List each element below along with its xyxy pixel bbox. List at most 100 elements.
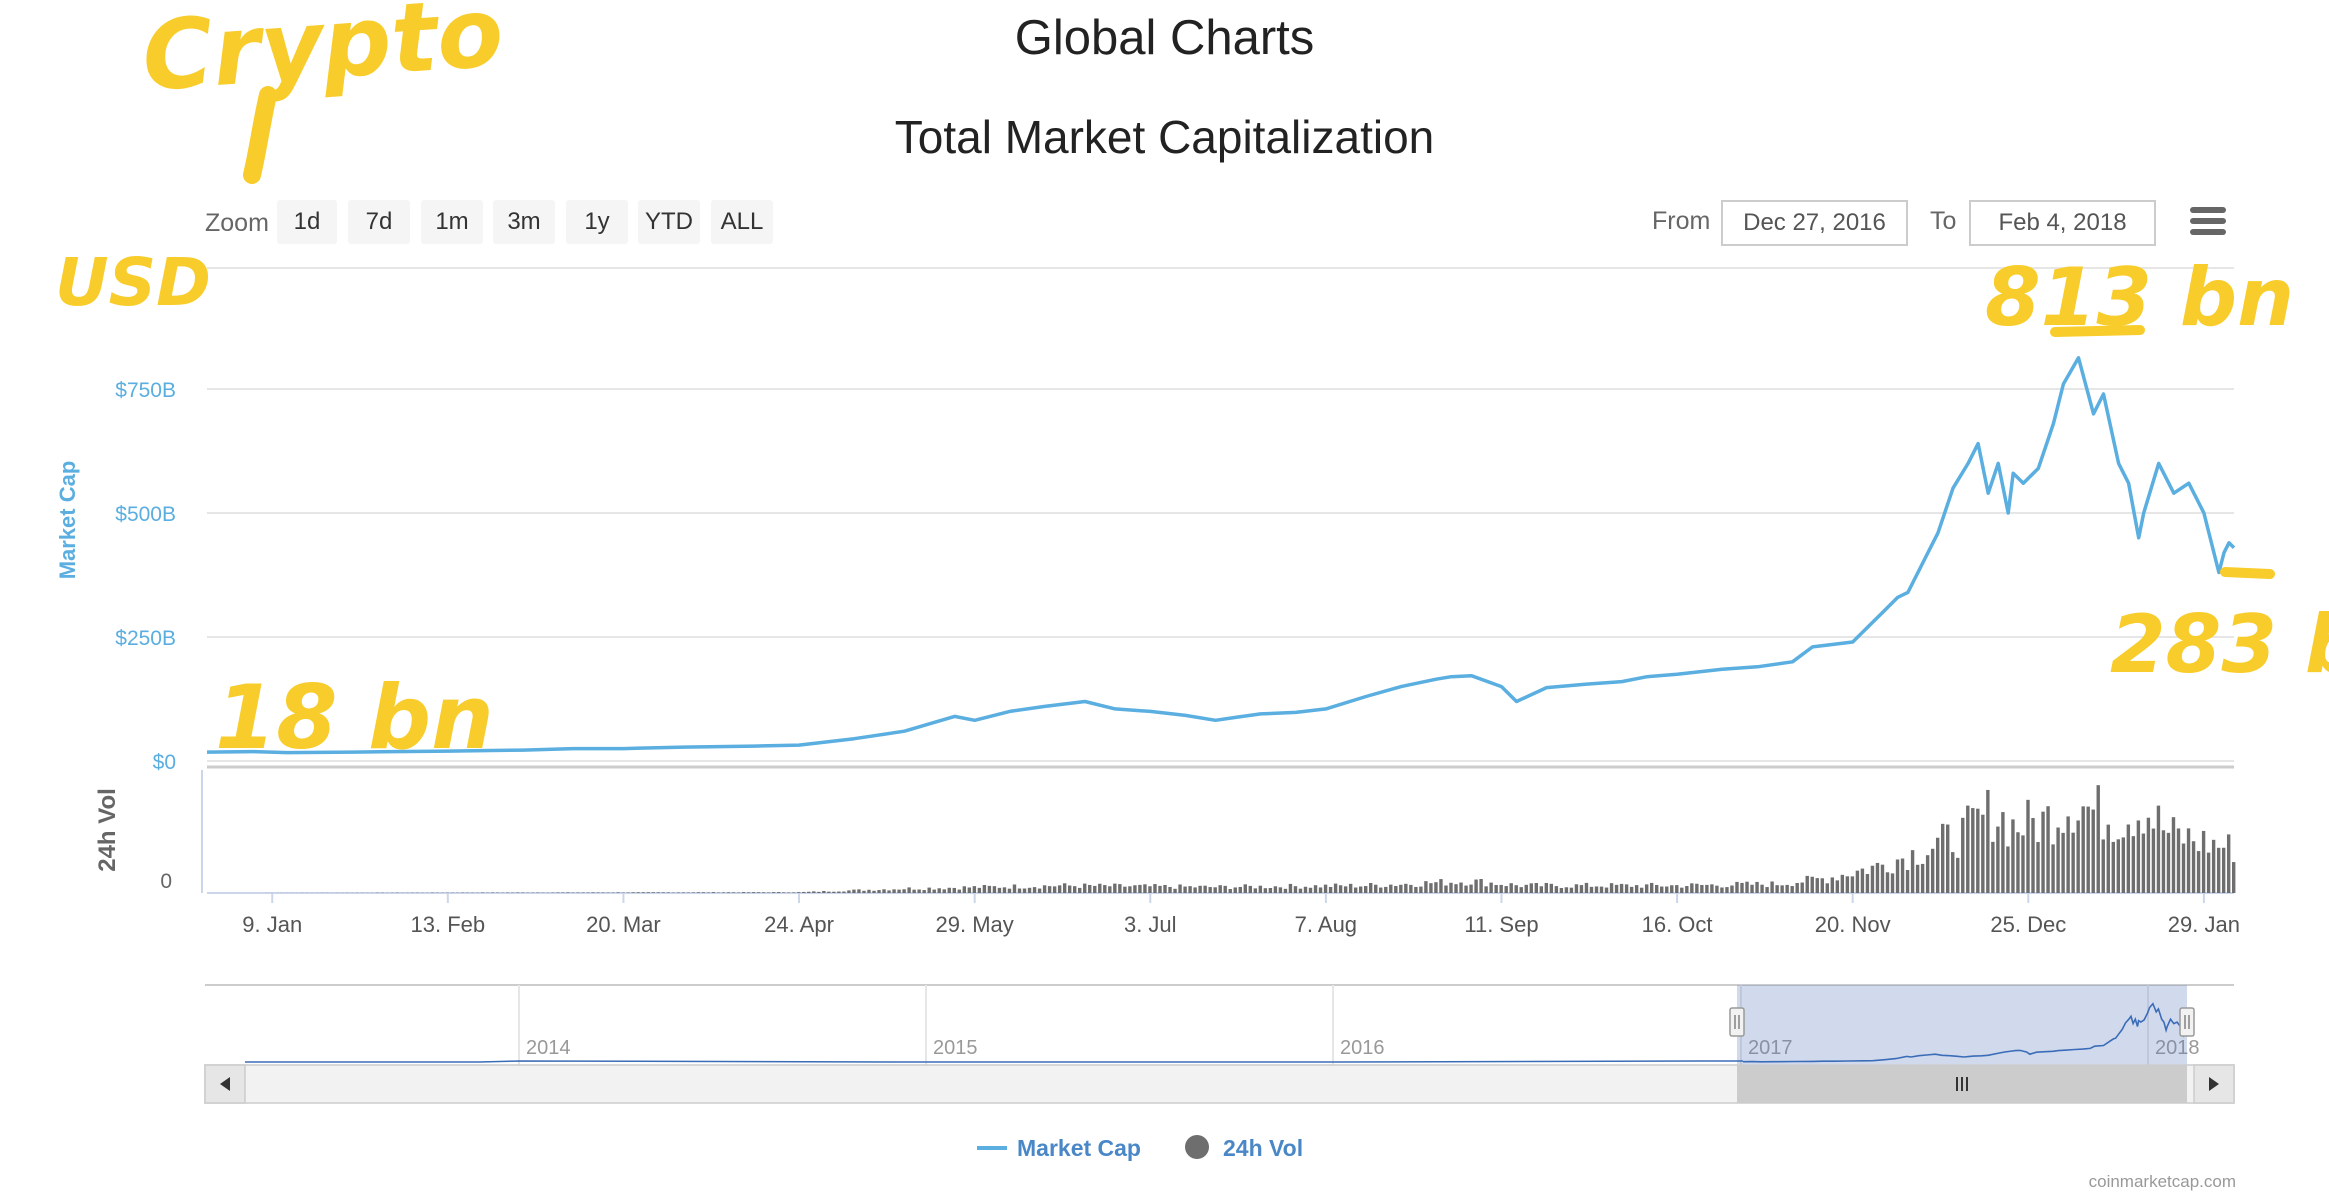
volume-bar bbox=[1078, 887, 1082, 893]
volume-bar bbox=[897, 889, 901, 893]
volume-bar bbox=[1700, 884, 1704, 893]
volume-bar bbox=[2056, 827, 2060, 893]
volume-bar bbox=[1404, 883, 1408, 893]
volume-bar bbox=[616, 892, 620, 893]
volume-bar bbox=[1318, 887, 1323, 893]
volume-bar bbox=[1203, 885, 1207, 893]
volume-bar bbox=[1158, 885, 1162, 893]
volume-bar bbox=[997, 887, 1002, 893]
volume-bar bbox=[1143, 884, 1147, 893]
navigator-right-handle[interactable] bbox=[2179, 1007, 2195, 1037]
volume-bar bbox=[2101, 839, 2105, 893]
volume-bar bbox=[2046, 806, 2050, 893]
legend-item-24h-vol[interactable]: 24h Vol bbox=[1223, 1135, 1303, 1161]
volume-bar bbox=[1810, 876, 1814, 893]
volume-bar bbox=[1002, 887, 1007, 893]
volume-bar bbox=[947, 887, 951, 893]
annotation-start: 18 bn bbox=[215, 666, 494, 769]
volume-bar bbox=[1539, 886, 1544, 893]
y-axis-title: Market Cap bbox=[55, 461, 80, 580]
volume-bar bbox=[1534, 882, 1538, 893]
volume-bar bbox=[1188, 886, 1192, 893]
volume-bar bbox=[1830, 877, 1835, 893]
volume-bar bbox=[2096, 785, 2100, 893]
volume-bar bbox=[1885, 872, 1890, 893]
volume-bar bbox=[1113, 883, 1117, 893]
annotation-peak-underline bbox=[2050, 325, 2145, 337]
volume-bar bbox=[1629, 886, 1634, 893]
volume-bar bbox=[1895, 859, 1900, 893]
volume-bar bbox=[1549, 883, 1554, 893]
volume-bar bbox=[1639, 887, 1644, 893]
volume-bar bbox=[1032, 887, 1037, 893]
volume-bar bbox=[1057, 885, 1062, 893]
volume-bar bbox=[1755, 881, 1759, 893]
volume-bar bbox=[1268, 888, 1273, 893]
volume-bar bbox=[972, 886, 977, 893]
volume-bar bbox=[1865, 874, 1870, 893]
annotation-crypto: Crypto bbox=[139, 0, 507, 113]
volume-bar bbox=[1705, 884, 1709, 893]
volume-bar bbox=[1198, 885, 1202, 893]
volume-bar bbox=[1920, 863, 1925, 893]
volume-bar bbox=[1474, 879, 1478, 893]
volume-bar bbox=[862, 890, 866, 893]
volume-bar bbox=[661, 892, 665, 893]
volume-bar bbox=[1384, 886, 1388, 893]
volume-bar bbox=[902, 889, 906, 893]
volume-bar bbox=[1399, 884, 1403, 893]
volume-bar bbox=[1293, 886, 1298, 893]
volume-bar bbox=[2216, 847, 2221, 893]
volume-bar bbox=[2161, 830, 2166, 893]
volume-bar bbox=[1499, 884, 1503, 893]
x-tick-label: 11. Sep bbox=[1464, 912, 1538, 937]
volume-bar bbox=[952, 887, 956, 893]
volume-bar bbox=[1163, 884, 1167, 893]
volume-bar bbox=[2116, 839, 2121, 893]
volume-bar bbox=[1213, 887, 1217, 893]
volume-bar bbox=[1986, 789, 1990, 893]
volume-axis-title: 24h Vol bbox=[94, 788, 121, 872]
volume-bar bbox=[2126, 824, 2131, 893]
volume-bar bbox=[817, 891, 821, 893]
volume-bar bbox=[1288, 883, 1293, 893]
volume-bar bbox=[1619, 883, 1624, 893]
legend-item-market-cap[interactable]: Market Cap bbox=[1017, 1135, 1141, 1161]
volume-bar bbox=[1083, 883, 1087, 893]
volume-bar bbox=[1930, 848, 1935, 893]
volume-bar bbox=[1098, 883, 1102, 893]
volume-bar bbox=[1665, 886, 1669, 893]
volume-bar bbox=[2176, 828, 2181, 893]
volume-bar bbox=[556, 892, 560, 893]
volume-bar bbox=[1449, 882, 1453, 893]
volume-bar bbox=[892, 889, 896, 893]
volume-bar bbox=[882, 889, 886, 893]
volume-bar bbox=[1168, 886, 1172, 893]
volume-bar bbox=[2066, 816, 2070, 893]
volume-bar bbox=[726, 892, 731, 893]
navigator-year-label: 2016 bbox=[1340, 1037, 1385, 1059]
volume-bar bbox=[1599, 886, 1604, 893]
volume-bar bbox=[1509, 883, 1513, 893]
volume-bar bbox=[1017, 888, 1022, 893]
volume-bar bbox=[1579, 885, 1584, 893]
navigator-selection-mask bbox=[1737, 985, 2187, 1065]
volume-bar bbox=[857, 889, 861, 893]
volume-bar bbox=[1348, 883, 1353, 893]
volume-bar bbox=[1253, 888, 1258, 893]
volume-bar bbox=[822, 890, 826, 893]
volume-bar bbox=[1369, 883, 1373, 893]
annotation-end: 283 bn bbox=[2110, 598, 2329, 691]
navigator-left-handle[interactable] bbox=[1729, 1007, 1745, 1037]
volume-bar bbox=[1951, 852, 1955, 893]
x-tick-label: 13. Feb bbox=[411, 912, 486, 937]
volume-bar bbox=[1730, 885, 1734, 893]
volume-bar bbox=[932, 889, 936, 893]
volume-bar bbox=[631, 892, 635, 893]
navigator-year-label: 2015 bbox=[933, 1037, 978, 1059]
x-tick-label: 29. May bbox=[936, 912, 1014, 937]
market-cap-line bbox=[206, 356, 2236, 755]
volume-bar bbox=[1007, 888, 1012, 893]
annotation-crypto-stroke bbox=[243, 86, 277, 184]
volume-bar bbox=[1093, 885, 1097, 893]
